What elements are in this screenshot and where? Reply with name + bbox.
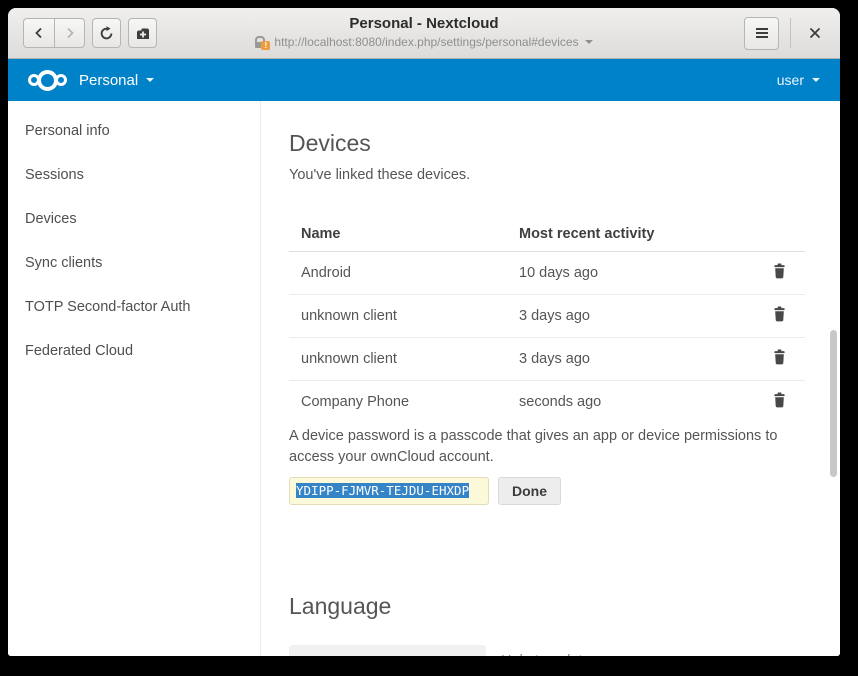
- chevron-left-icon: [33, 27, 45, 39]
- help-translate-link[interactable]: Help translate: [501, 653, 590, 657]
- app-body: Personal info Sessions Devices Sync clie…: [8, 101, 840, 656]
- column-header-activity: Most recent activity: [507, 217, 754, 252]
- trash-icon: [772, 310, 787, 326]
- forward-button[interactable]: [54, 18, 85, 48]
- device-name: Android: [289, 252, 507, 295]
- titlebar-center: Personal - Nextcloud ! http://localhost:…: [214, 15, 634, 49]
- trash-icon: [772, 396, 787, 412]
- devices-subtitle: You've linked these devices.: [289, 167, 840, 183]
- language-select[interactable]: English: [289, 645, 486, 656]
- caret-down-icon: [812, 78, 820, 82]
- chevron-right-icon: [64, 27, 76, 39]
- settings-content: Devices You've linked these devices. Nam…: [261, 101, 840, 656]
- app-menu[interactable]: Personal: [79, 72, 154, 89]
- language-row: English Help translate: [289, 645, 840, 656]
- close-window-button[interactable]: [802, 20, 828, 46]
- url-dropdown-caret-icon[interactable]: [585, 40, 593, 44]
- sidebar-item-sessions[interactable]: Sessions: [8, 153, 260, 197]
- toolbar-right: [744, 8, 828, 58]
- user-menu-label: user: [777, 72, 804, 88]
- insecure-padlock-icon: !: [255, 36, 268, 49]
- url-text: http://localhost:8080/index.php/settings…: [274, 35, 578, 49]
- browser-window: Personal - Nextcloud ! http://localhost:…: [8, 8, 840, 656]
- sidebar-item-totp[interactable]: TOTP Second-factor Auth: [8, 285, 260, 329]
- delete-device-button[interactable]: [772, 263, 787, 279]
- close-icon: [809, 27, 821, 39]
- sidebar-item-devices[interactable]: Devices: [8, 197, 260, 241]
- language-selected-value: English: [299, 653, 345, 657]
- device-activity: 3 days ago: [507, 338, 754, 381]
- reload-icon: [99, 26, 114, 41]
- scrollbar-thumb[interactable]: [830, 330, 837, 477]
- trash-icon: [772, 353, 787, 369]
- device-activity: seconds ago: [507, 381, 754, 424]
- hamburger-icon: [755, 27, 769, 39]
- language-section-title: Language: [289, 591, 840, 621]
- titlebar-separator: [790, 18, 791, 48]
- delete-device-button[interactable]: [772, 306, 787, 322]
- devices-section-title: Devices: [289, 128, 840, 158]
- sidebar-item-personal-info[interactable]: Personal info: [8, 109, 260, 153]
- device-name: unknown client: [289, 295, 507, 338]
- new-tab-button[interactable]: [128, 18, 157, 48]
- nav-button-group: [23, 18, 85, 48]
- caret-down-icon: [146, 78, 154, 82]
- column-header-name: Name: [289, 217, 507, 252]
- device-name: unknown client: [289, 338, 507, 381]
- reload-button[interactable]: [92, 18, 121, 48]
- nextcloud-header: Personal user: [8, 59, 840, 101]
- device-password-value: YDIPP-FJMVR-TEJDU-EHXDP: [296, 483, 469, 498]
- done-button[interactable]: Done: [498, 477, 561, 505]
- titlebar: Personal - Nextcloud ! http://localhost:…: [8, 8, 840, 59]
- delete-device-button[interactable]: [772, 349, 787, 365]
- table-row: Company Phone seconds ago: [289, 381, 805, 424]
- device-activity: 3 days ago: [507, 295, 754, 338]
- url-bar[interactable]: ! http://localhost:8080/index.php/settin…: [214, 35, 634, 49]
- sidebar-item-federated-cloud[interactable]: Federated Cloud: [8, 329, 260, 373]
- delete-device-button[interactable]: [772, 392, 787, 408]
- trash-icon: [772, 267, 787, 283]
- device-activity: 10 days ago: [507, 252, 754, 295]
- table-row: unknown client 3 days ago: [289, 295, 805, 338]
- devices-table-header-row: Name Most recent activity: [289, 217, 805, 252]
- table-row: Android 10 days ago: [289, 252, 805, 295]
- device-password-info: A device password is a passcode that giv…: [289, 426, 789, 468]
- menu-button[interactable]: [744, 17, 779, 50]
- device-password-field[interactable]: YDIPP-FJMVR-TEJDU-EHXDP: [289, 477, 489, 505]
- warning-badge: !: [261, 41, 270, 50]
- user-menu[interactable]: user: [777, 72, 820, 88]
- window-title: Personal - Nextcloud: [214, 15, 634, 33]
- table-row: unknown client 3 days ago: [289, 338, 805, 381]
- settings-sidebar: Personal info Sessions Devices Sync clie…: [8, 101, 261, 656]
- sidebar-item-sync-clients[interactable]: Sync clients: [8, 241, 260, 285]
- device-name: Company Phone: [289, 381, 507, 424]
- app-menu-label: Personal: [79, 72, 138, 89]
- nextcloud-logo-icon: [28, 70, 67, 91]
- tab-plus-icon: [135, 26, 151, 40]
- device-password-row: YDIPP-FJMVR-TEJDU-EHXDP Done: [289, 477, 840, 505]
- toolbar-left: [8, 18, 157, 48]
- back-button[interactable]: [23, 18, 54, 48]
- devices-table: Name Most recent activity Android 10 day…: [289, 217, 805, 423]
